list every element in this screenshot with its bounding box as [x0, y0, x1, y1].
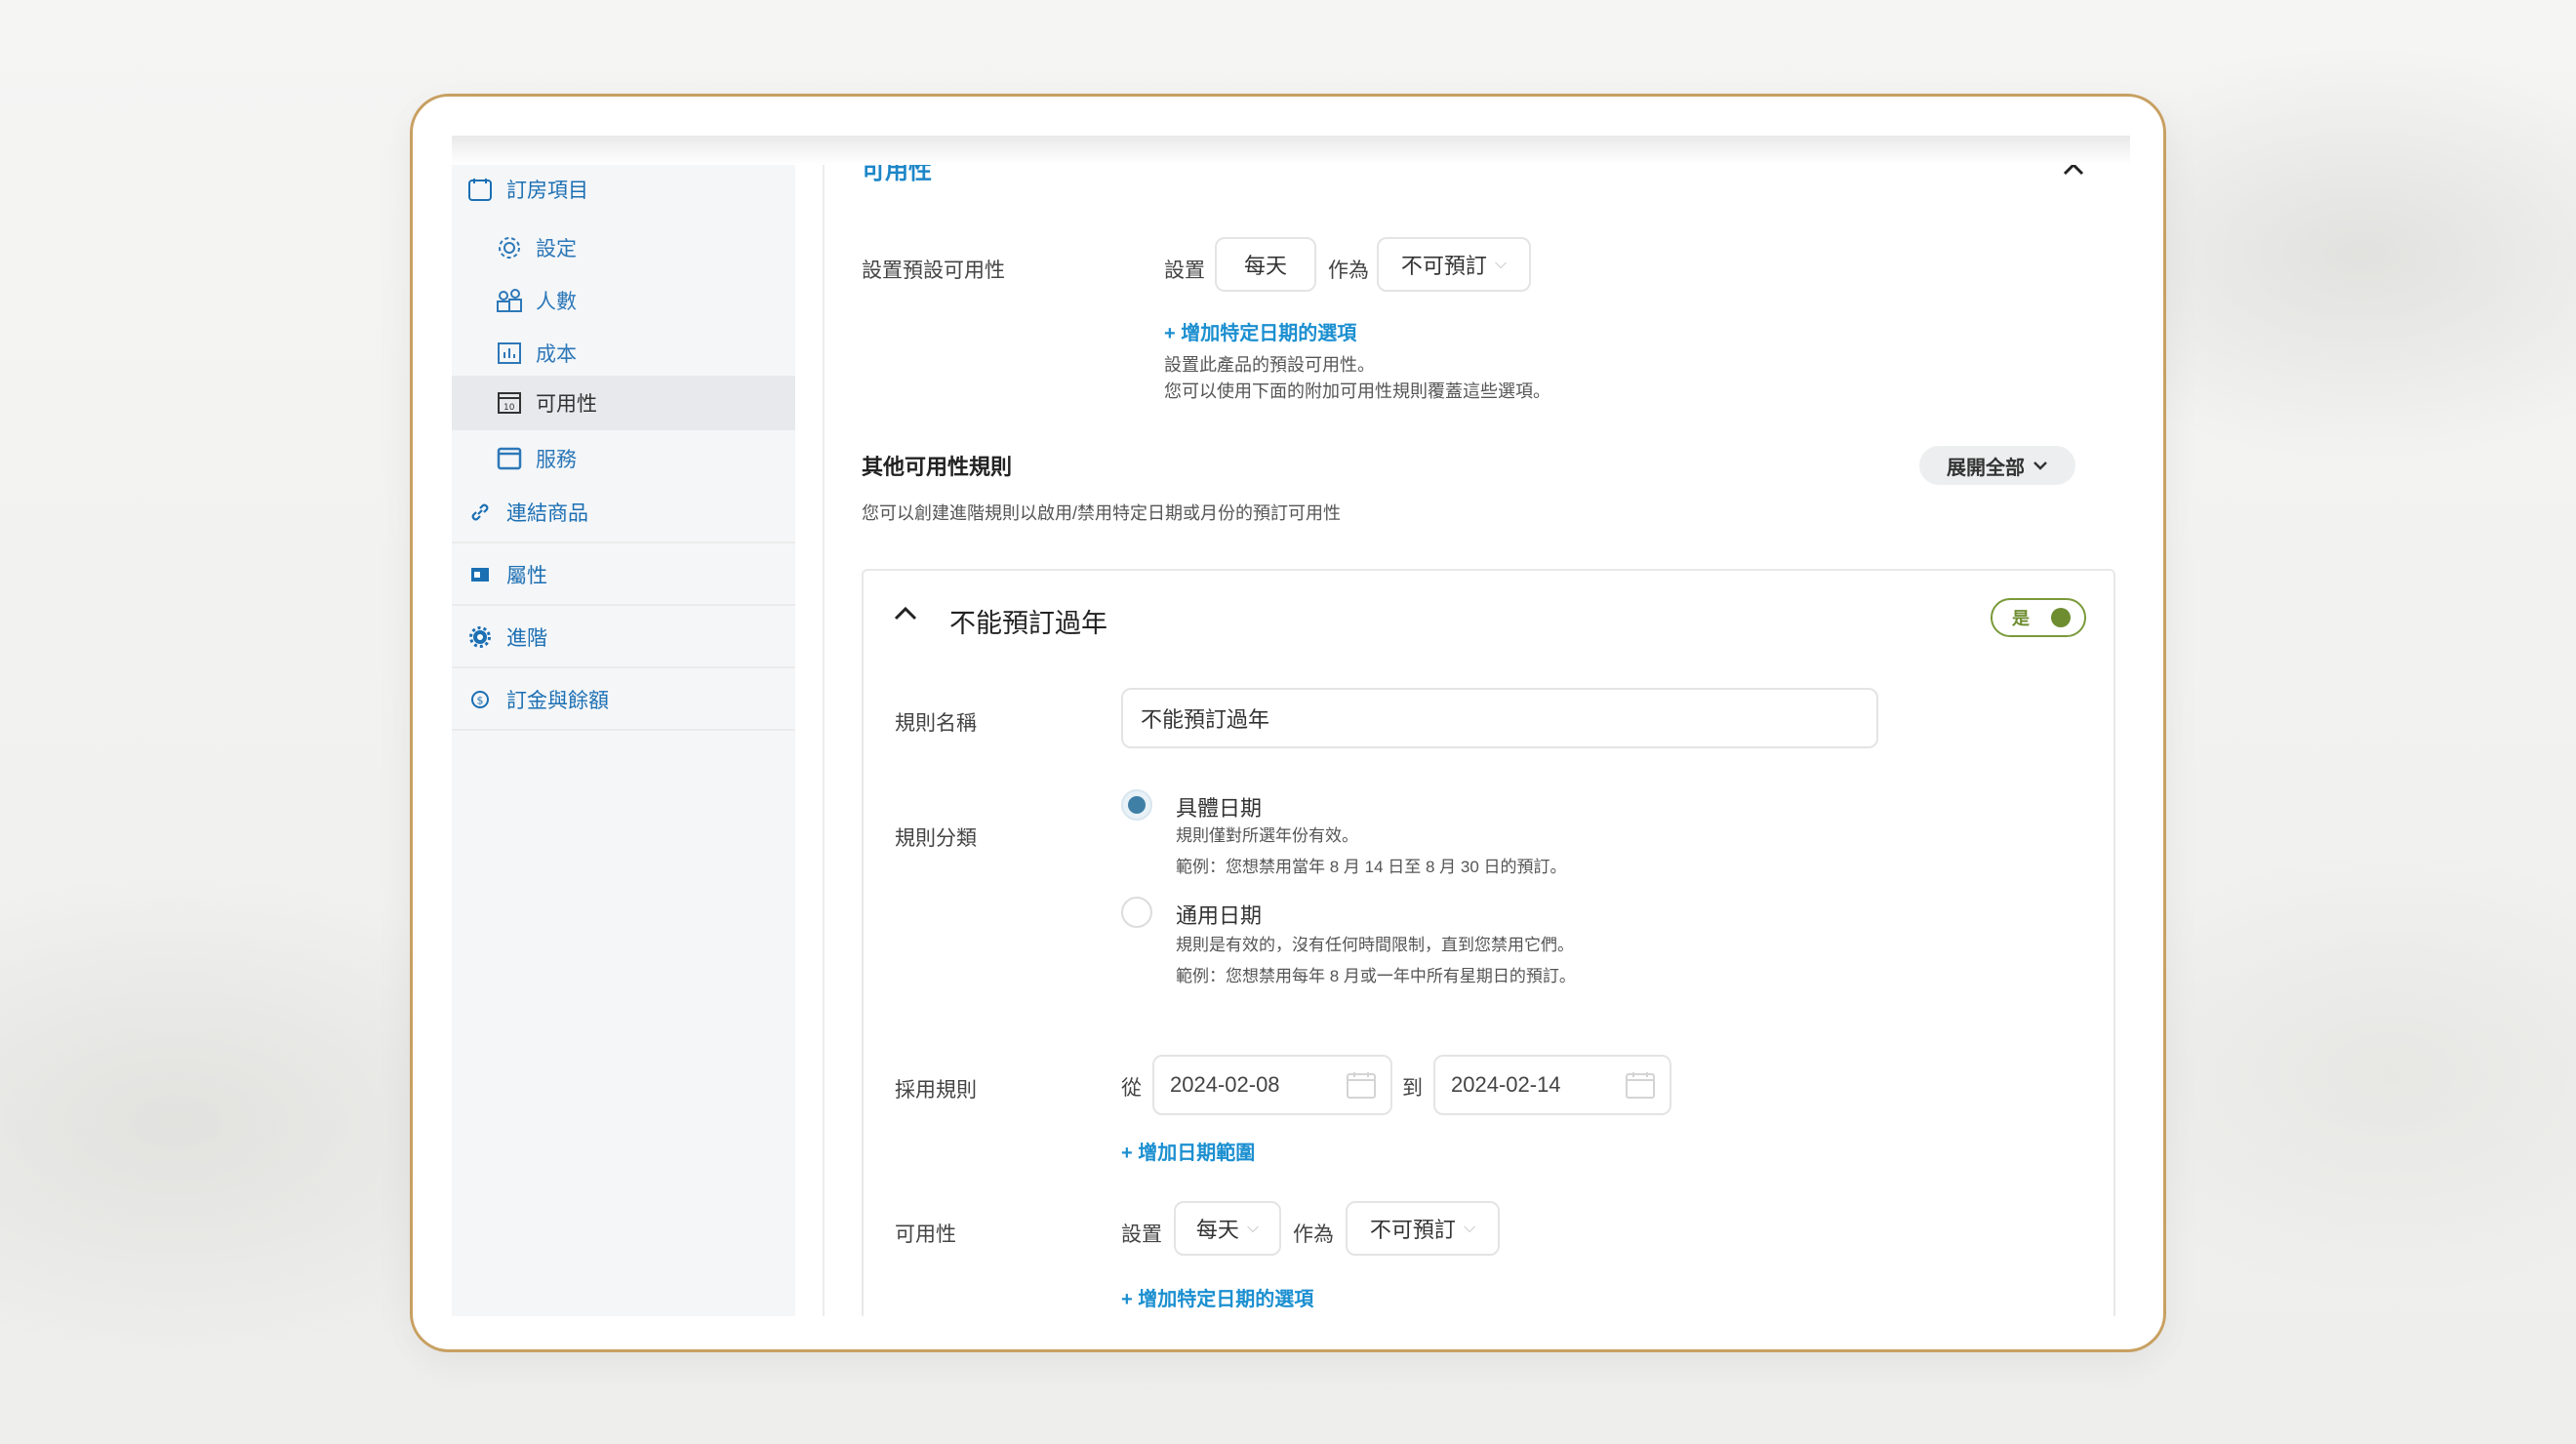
expand-all-button[interactable]: 展開全部 [1919, 446, 2075, 485]
sidebar-item-booking[interactable]: 訂房項目 [452, 159, 795, 220]
chevron-up-icon [894, 606, 917, 621]
device-frame: 訂房項目 設定 人數 成本 10 可用性 服務 連結商品 屬性 進階 $ 訂金與… [410, 94, 2166, 1352]
add-date-option-link[interactable]: + 增加特定日期的選項 [1164, 317, 1356, 345]
rule-status-select[interactable]: 不可預訂 ⌵ [1346, 1201, 1500, 1256]
cog-icon [465, 622, 495, 652]
sidebar-item-availability[interactable]: 10 可用性 [452, 376, 795, 430]
specific-date-desc1: 規則僅對所選年份有效。 [1176, 826, 1358, 845]
rule-title: 不能預訂過年 [949, 609, 1107, 638]
sidebar-item-label: 可用性 [536, 393, 597, 416]
sidebar-item-deposit[interactable]: $ 訂金與餘額 [452, 670, 795, 731]
from-label: 從 [1121, 1077, 1142, 1100]
chevron-down-icon: ⌵ [1246, 1220, 1260, 1236]
sidebar-item-label: 成本 [536, 343, 577, 366]
set-label: 設置 [1121, 1223, 1162, 1246]
rule-availability-label: 可用性 [895, 1223, 956, 1246]
general-date-desc2: 範例：您想禁用每年 8 月或一年中所有星期日的預訂。 [1176, 967, 1576, 985]
other-rules-title: 其他可用性規則 [862, 455, 1013, 479]
calendar-icon [1346, 1070, 1377, 1105]
chevron-down-icon: ⌵ [1494, 256, 1508, 272]
rule-add-date-option-link[interactable]: + 增加特定日期的選項 [1121, 1283, 1313, 1311]
rule-period-select[interactable]: 每天 ⌵ [1174, 1201, 1281, 1256]
app-screen: 訂房項目 設定 人數 成本 10 可用性 服務 連結商品 屬性 進階 $ 訂金與… [452, 136, 2130, 1316]
sidebar-item-label: 人數 [536, 291, 577, 313]
from-date-input[interactable]: 2024-02-08 [1152, 1055, 1392, 1115]
availability-panel: 可用性 設置預設可用性 設置 每天 作為 不可預訂 ⌵ + 增加特定日期的選項 … [862, 136, 2130, 1316]
collapse-section-button[interactable] [2056, 151, 2091, 186]
specific-date-title: 具體日期 [1176, 796, 1263, 821]
calendar-icon [465, 175, 495, 204]
chevron-up-icon [2063, 162, 2084, 176]
to-date-input[interactable]: 2024-02-14 [1433, 1055, 1671, 1115]
rule-category-label: 規則分類 [895, 827, 977, 850]
chevron-down-icon [2033, 461, 2047, 470]
radio-general-date[interactable] [1121, 897, 1152, 928]
period-select[interactable]: 每天 [1215, 237, 1316, 292]
rule-name-input[interactable]: 不能預訂過年 [1121, 688, 1878, 748]
sidebar-item-label: 設定 [536, 238, 577, 261]
specific-date-desc2: 範例：您想禁用當年 8 月 14 日至 8 月 30 日的預訂。 [1176, 858, 1567, 876]
svg-text:10: 10 [503, 403, 515, 413]
sidebar-item-label: 服務 [536, 449, 577, 471]
default-note-line1: 設置此產品的預設可用性。 [1164, 355, 1375, 375]
people-icon [495, 286, 524, 315]
sidebar: 訂房項目 設定 人數 成本 10 可用性 服務 連結商品 屬性 進階 $ 訂金與… [452, 136, 795, 1316]
other-rules-desc: 您可以創建進階規則以啟用/禁用特定日期或月份的預訂可用性 [862, 503, 1341, 523]
coin-icon: $ [465, 685, 495, 714]
general-date-title: 通用日期 [1176, 903, 1263, 928]
sidebar-divider [823, 136, 825, 1316]
rule-card: 不能預訂過年 是 規則名稱 不能預訂過年 規則分類 具體日期 規則僅對所選年份有… [862, 569, 2115, 1316]
as-label: 作為 [1293, 1223, 1334, 1246]
to-label: 到 [1402, 1077, 1423, 1100]
rule-collapse-button[interactable] [893, 604, 922, 633]
card-icon [465, 560, 495, 589]
sidebar-item-linked-products[interactable]: 連結商品 [452, 483, 795, 543]
calendar-date-icon: 10 [495, 388, 524, 418]
rule-enabled-toggle[interactable]: 是 [1991, 598, 2086, 637]
apply-rule-label: 採用規則 [895, 1079, 977, 1102]
set-label: 設置 [1164, 260, 1205, 282]
default-note-line2: 您可以使用下面的附加可用性規則覆蓋這些選項。 [1164, 381, 1550, 401]
gear-icon [495, 233, 524, 262]
sidebar-item-label: 屬性 [506, 565, 547, 587]
default-availability-label: 設置預設可用性 [862, 260, 1005, 282]
sidebar-item-label: 訂金與餘額 [506, 690, 609, 712]
sidebar-item-settings[interactable]: 設定 [452, 218, 795, 278]
sidebar-item-label: 進階 [506, 627, 547, 650]
link-icon [465, 498, 495, 527]
as-label: 作為 [1328, 260, 1369, 282]
sidebar-item-advanced[interactable]: 進階 [452, 608, 795, 668]
sidebar-item-cost[interactable]: 成本 [452, 323, 795, 383]
svg-text:$: $ [477, 695, 484, 707]
add-date-range-link[interactable]: + 增加日期範圍 [1121, 1137, 1255, 1165]
general-date-desc1: 規則是有效的，沒有任何時間限制，直到您禁用它們。 [1176, 936, 1574, 954]
sidebar-item-label: 連結商品 [506, 502, 588, 525]
chevron-down-icon: ⌵ [1463, 1220, 1476, 1236]
status-select[interactable]: 不可預訂 ⌵ [1377, 237, 1531, 292]
sidebar-item-attributes[interactable]: 屬性 [452, 545, 795, 606]
section-title: 可用性 [862, 158, 932, 184]
radio-dot [1128, 796, 1146, 814]
chart-icon [495, 339, 524, 368]
calendar-icon [1625, 1070, 1656, 1105]
sidebar-item-label: 訂房項目 [506, 180, 588, 202]
radio-specific-date[interactable] [1121, 789, 1152, 821]
toggle-knob [2051, 608, 2071, 627]
sidebar-item-people[interactable]: 人數 [452, 270, 795, 331]
window-icon [495, 444, 524, 473]
rule-name-label: 規則名稱 [895, 712, 977, 735]
sidebar-item-services[interactable]: 服務 [452, 428, 795, 489]
